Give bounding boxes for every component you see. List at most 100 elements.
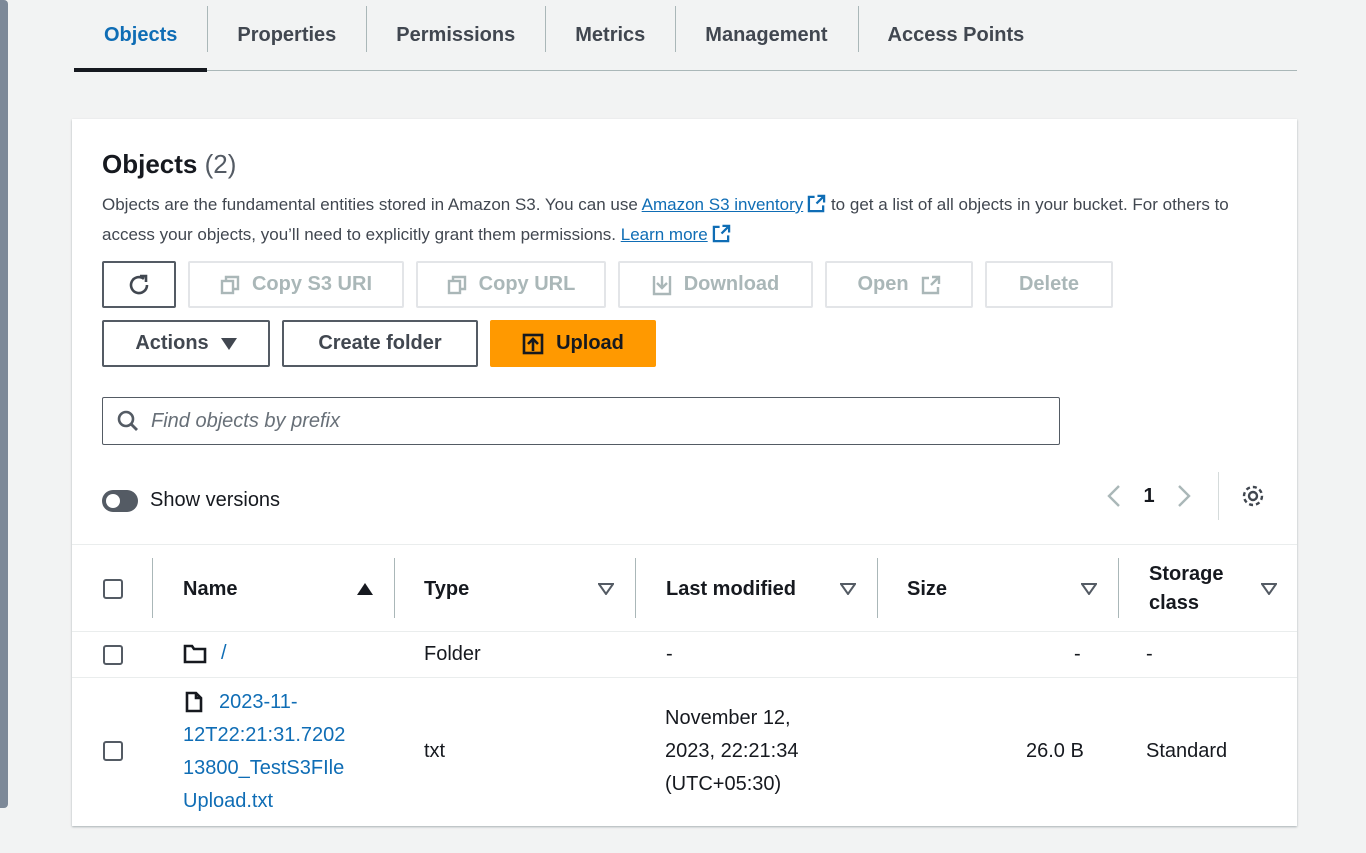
- actions-dropdown-button[interactable]: Actions: [102, 320, 270, 367]
- column-last-modified-label: Last modified: [666, 577, 797, 600]
- show-versions-control: Show versions: [102, 489, 280, 512]
- learn-more-link[interactable]: Learn more: [620, 224, 731, 244]
- column-divider[interactable]: [635, 558, 636, 618]
- refresh-icon: [129, 274, 149, 294]
- external-link-icon: [807, 194, 826, 213]
- upload-button[interactable]: Upload: [490, 320, 656, 367]
- tab-access-points[interactable]: Access Points: [857, 0, 1055, 70]
- sort-icon: [598, 583, 614, 595]
- panel-title: Objects (2): [102, 149, 1297, 180]
- object-name-line: 13800_TestS3FIle: [183, 757, 345, 779]
- file-icon: [185, 691, 203, 713]
- previous-page-button[interactable]: [1094, 484, 1134, 508]
- row-size: -: [1074, 643, 1081, 665]
- row-type: Folder: [424, 643, 481, 665]
- row-type: txt: [424, 740, 446, 762]
- column-header-name[interactable]: Name: [183, 545, 383, 633]
- row-storage-class: -: [1146, 643, 1153, 665]
- copy-icon: [447, 275, 466, 294]
- last-modified-line: November 12,: [665, 707, 791, 729]
- create-folder-label: Create folder: [318, 332, 442, 354]
- external-link-icon: [921, 275, 940, 294]
- column-divider[interactable]: [394, 558, 395, 618]
- tab-properties[interactable]: Properties: [207, 0, 366, 70]
- row-name-cell: 2023-11- 12T22:21:31.7202 13800_TestS3FI…: [183, 686, 383, 818]
- next-page-button[interactable]: [1164, 484, 1204, 508]
- tab-metrics[interactable]: Metrics: [545, 0, 675, 70]
- storage-class-line-2: class: [1149, 592, 1200, 614]
- preferences-button[interactable]: [1233, 483, 1273, 509]
- column-divider: [152, 558, 153, 618]
- gear-icon: [1242, 485, 1264, 507]
- row-last-modified: November 12, 2023, 22:21:34 (UTC+05:30): [665, 702, 798, 801]
- object-name-line: 2023-11-: [219, 691, 298, 713]
- pagination-divider: [1218, 472, 1219, 520]
- column-name-label: Name: [183, 577, 238, 600]
- object-name-line: 12T22:21:31.7202: [183, 724, 346, 746]
- tab-objects[interactable]: Objects: [74, 0, 208, 72]
- column-size-label: Size: [907, 577, 948, 600]
- download-button[interactable]: Download: [618, 261, 813, 308]
- object-name-link[interactable]: 2023-11- 12T22:21:31.7202 13800_TestS3FI…: [183, 686, 383, 818]
- row-size: 26.0 B: [1026, 740, 1084, 762]
- copy-s3-uri-button[interactable]: Copy S3 URI: [188, 261, 404, 308]
- row-last-modified: -: [666, 643, 673, 665]
- learn-more-link-text: Learn more: [620, 225, 708, 244]
- last-modified-line: 2023, 22:21:34: [665, 740, 799, 762]
- column-header-storage-class[interactable]: Storage class: [1149, 545, 1289, 633]
- download-label: Download: [683, 273, 780, 295]
- column-divider[interactable]: [877, 558, 878, 618]
- search-input[interactable]: [151, 409, 1031, 433]
- tab-management[interactable]: Management: [675, 0, 857, 70]
- sort-icon: [1261, 583, 1277, 595]
- show-versions-label: Show versions: [150, 489, 281, 511]
- tab-permissions[interactable]: Permissions: [366, 0, 545, 70]
- show-versions-toggle[interactable]: [102, 489, 138, 512]
- column-divider[interactable]: [1118, 558, 1119, 618]
- copy-url-button[interactable]: Copy URL: [416, 261, 606, 308]
- panel-title-text: Objects: [102, 149, 198, 179]
- storage-class-line-1: Storage: [1149, 563, 1224, 585]
- delete-button[interactable]: Delete: [985, 261, 1113, 308]
- table-header: Name Type Last modified Size Storage clas…: [72, 544, 1297, 632]
- s3-inventory-link-text: Amazon S3 inventory: [641, 195, 804, 214]
- column-type-label: Type: [424, 577, 470, 600]
- desc-text-1: Objects are the fundamental entities sto…: [102, 195, 642, 214]
- search-field[interactable]: [102, 397, 1060, 445]
- object-name-line: Upload.txt: [183, 790, 274, 812]
- side-scrollbar[interactable]: [0, 0, 8, 808]
- upload-icon: [522, 333, 544, 354]
- caret-down-icon: [220, 337, 237, 350]
- column-header-last-modified[interactable]: Last modified: [666, 545, 866, 633]
- chevron-right-icon: [1178, 485, 1191, 507]
- chevron-left-icon: [1107, 485, 1120, 507]
- search-icon: [117, 410, 138, 431]
- tab-bar: Objects Properties Permissions Metrics M…: [74, 0, 1297, 72]
- s3-inventory-link[interactable]: Amazon S3 inventory: [641, 194, 827, 214]
- objects-panel: Objects (2) Objects are the fundamental …: [72, 119, 1297, 826]
- table-row[interactable]: / Folder - - -: [72, 632, 1297, 678]
- column-header-type[interactable]: Type: [424, 545, 624, 633]
- copy-icon: [220, 275, 240, 294]
- last-modified-line: (UTC+05:30): [665, 773, 782, 795]
- object-name-link[interactable]: /: [221, 642, 227, 665]
- table-row[interactable]: 2023-11- 12T22:21:31.7202 13800_TestS3FI…: [72, 678, 1297, 824]
- create-folder-button[interactable]: Create folder: [282, 320, 478, 367]
- pagination: 1: [1094, 472, 1273, 520]
- select-all-checkbox[interactable]: [103, 579, 123, 599]
- copy-url-label: Copy URL: [478, 273, 576, 295]
- actions-label: Actions: [135, 332, 209, 354]
- sort-icon: [840, 583, 856, 595]
- external-link-icon: [712, 224, 730, 243]
- upload-label: Upload: [556, 332, 624, 354]
- current-page-number[interactable]: 1: [1134, 485, 1164, 508]
- refresh-button[interactable]: [102, 261, 176, 308]
- row-checkbox[interactable]: [103, 741, 123, 761]
- column-header-size[interactable]: Size: [907, 545, 1107, 633]
- objects-table: Name Type Last modified Size Storage clas…: [72, 544, 1297, 824]
- open-button[interactable]: Open: [825, 261, 973, 308]
- row-checkbox[interactable]: [103, 645, 123, 665]
- row-name-cell: /: [183, 642, 227, 665]
- copy-s3-uri-label: Copy S3 URI: [251, 273, 373, 295]
- row-storage-class: Standard: [1146, 740, 1228, 762]
